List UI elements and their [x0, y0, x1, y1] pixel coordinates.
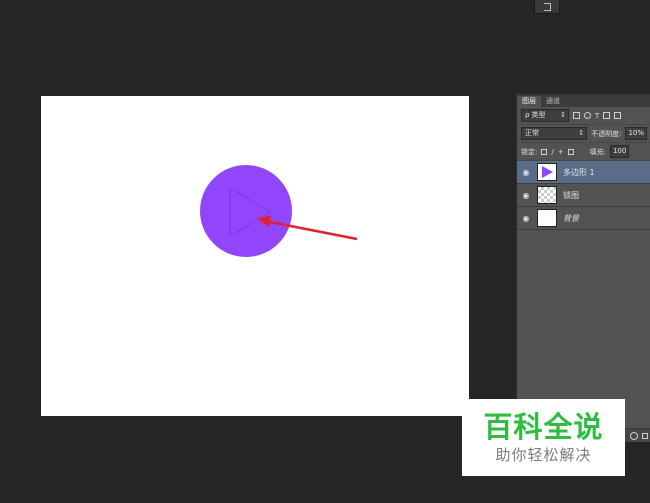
- smart-object-filter-icon[interactable]: [614, 112, 622, 119]
- shape-filter-icon[interactable]: [603, 112, 611, 119]
- panel-icon: [543, 2, 551, 11]
- layer-name: 锁图: [563, 190, 579, 200]
- layer-row-background[interactable]: ◉ 背景: [517, 207, 650, 230]
- tab-channels[interactable]: 通道: [541, 96, 565, 107]
- fill-field[interactable]: 100: [609, 145, 630, 158]
- visibility-eye-icon[interactable]: ◉: [521, 191, 531, 200]
- type-filter-icon[interactable]: T: [595, 112, 599, 120]
- layer-filter-row: ρ 类型 T: [517, 107, 650, 125]
- layer-thumbnail: [537, 209, 557, 227]
- panel-tabs: 图层 通道: [517, 94, 650, 107]
- blend-mode-select[interactable]: 正常: [521, 127, 588, 140]
- layer-name: 多边形 1: [563, 167, 595, 177]
- layers-panel: 图层 通道 ρ 类型 T 正常 不透明度: 10% 锁定: / + 填充: 10…: [516, 94, 650, 442]
- visibility-eye-icon[interactable]: ◉: [521, 168, 531, 177]
- watermark-subtitle: 助你轻松解决: [495, 445, 592, 464]
- layer-row-2[interactable]: ◉ 锁图: [517, 184, 650, 207]
- layer-thumbnail: [537, 186, 557, 204]
- adjustment-filter-icon[interactable]: [584, 112, 591, 119]
- canvas-artwork: [200, 165, 358, 257]
- document-canvas[interactable]: [41, 96, 469, 416]
- adjustment-layer-icon[interactable]: [630, 431, 638, 440]
- lock-fill-row: 锁定: / + 填充: 100: [517, 143, 650, 161]
- opacity-label: 不透明度:: [591, 129, 622, 138]
- opacity-field[interactable]: 10%: [625, 127, 647, 140]
- visibility-eye-icon[interactable]: ◉: [521, 214, 531, 223]
- layer-filter-select[interactable]: ρ 类型: [521, 109, 569, 122]
- collapsed-panel-button[interactable]: [534, 0, 560, 14]
- layer-thumbnail: [537, 163, 557, 181]
- polygon-thumb-icon: [542, 166, 553, 178]
- blend-opacity-row: 正常 不透明度: 10%: [517, 125, 650, 143]
- watermark-badge: 百科全说 助你轻松解决: [462, 399, 625, 476]
- lock-label: 锁定:: [521, 147, 538, 156]
- tab-layers[interactable]: 图层: [517, 96, 541, 107]
- fill-label: 填充:: [589, 147, 606, 156]
- lock-move-icon[interactable]: +: [558, 148, 564, 156]
- lock-all-icon[interactable]: [567, 148, 574, 155]
- layer-name: 背景: [563, 213, 579, 223]
- layer-row-polygon[interactable]: ◉ 多边形 1: [517, 161, 650, 184]
- watermark-title: 百科全说: [483, 409, 604, 444]
- lock-paint-icon[interactable]: /: [551, 148, 553, 156]
- lock-transparency-icon[interactable]: [541, 148, 548, 155]
- purple-circle-shape[interactable]: [200, 165, 292, 257]
- new-layer-icon[interactable]: [642, 432, 648, 439]
- image-filter-icon[interactable]: [573, 112, 580, 119]
